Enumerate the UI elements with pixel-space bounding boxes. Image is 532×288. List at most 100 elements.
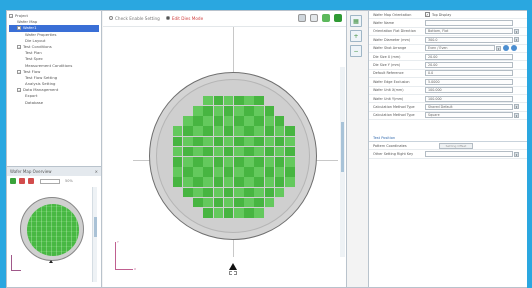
die[interactable] (264, 197, 275, 208)
die[interactable] (285, 146, 295, 157)
map-scrollbar[interactable] (340, 67, 345, 257)
die[interactable] (254, 95, 264, 106)
property-select[interactable]: Bottom, Flat (425, 28, 513, 35)
tree-item[interactable]: Database (9, 100, 99, 106)
die[interactable] (193, 177, 203, 187)
die[interactable] (193, 126, 203, 136)
die[interactable] (274, 167, 285, 177)
chevron-down-icon[interactable]: ▾ (514, 104, 519, 110)
property-select[interactable] (425, 151, 513, 158)
property-input[interactable] (425, 20, 513, 27)
die[interactable] (234, 177, 244, 187)
die[interactable] (244, 177, 254, 187)
expand-icon[interactable]: − (17, 88, 21, 93)
die[interactable] (264, 187, 275, 198)
die[interactable] (172, 177, 183, 187)
die[interactable] (193, 187, 203, 198)
die[interactable] (274, 126, 285, 136)
pointer-icon[interactable] (298, 14, 306, 22)
die[interactable] (244, 197, 254, 208)
zoom-fit-icon[interactable]: ▦ (350, 15, 362, 27)
die[interactable] (254, 116, 264, 126)
scrollbar-thumb[interactable] (94, 217, 97, 237)
zoom-slider[interactable] (40, 178, 60, 184)
property-select[interactable]: Even / Even (425, 45, 495, 52)
die[interactable] (244, 106, 254, 116)
die[interactable] (193, 106, 203, 116)
fill-icon[interactable] (334, 14, 342, 22)
die[interactable] (274, 146, 285, 157)
chevron-down-icon[interactable]: ▾ (514, 28, 519, 34)
die[interactable] (213, 95, 224, 106)
die[interactable] (213, 177, 224, 187)
die[interactable] (244, 95, 254, 106)
die[interactable] (223, 157, 234, 167)
die[interactable] (203, 167, 213, 177)
die[interactable] (172, 126, 183, 136)
die[interactable] (213, 136, 224, 147)
radio-edit-dies[interactable]: Edit Dies Mode (165, 16, 203, 21)
die[interactable] (274, 187, 285, 198)
die[interactable] (234, 187, 244, 198)
wafer-canvas[interactable]: Y X (103, 27, 347, 287)
fit-icon[interactable] (10, 178, 16, 184)
expand-icon[interactable]: − (17, 26, 21, 31)
die[interactable] (172, 157, 183, 167)
radio-check-enable[interactable]: Check Enable Setting (109, 16, 160, 21)
die[interactable] (285, 136, 295, 147)
die[interactable] (244, 136, 254, 147)
property-input[interactable]: 20.00 (425, 62, 513, 69)
die[interactable] (234, 197, 244, 208)
zoom-in-icon[interactable] (28, 178, 34, 184)
die[interactable] (203, 157, 213, 167)
die[interactable] (183, 146, 193, 157)
expand-icon[interactable]: − (17, 69, 21, 74)
scrollbar-thumb[interactable] (341, 122, 344, 172)
die[interactable] (193, 116, 203, 126)
die[interactable] (254, 197, 264, 208)
die[interactable] (234, 157, 244, 167)
property-select[interactable]: Shared Default (425, 103, 513, 110)
die[interactable] (244, 157, 254, 167)
die[interactable] (244, 208, 254, 218)
die[interactable] (193, 197, 203, 208)
die[interactable] (244, 146, 254, 157)
property-select[interactable]: 300.0 (425, 36, 513, 43)
settings-icon[interactable] (511, 45, 517, 52)
die[interactable] (254, 136, 264, 147)
die[interactable] (234, 116, 244, 126)
die[interactable] (254, 167, 264, 177)
zoom-out-icon[interactable] (19, 178, 25, 184)
die[interactable] (223, 187, 234, 198)
die[interactable] (213, 116, 224, 126)
chevron-down-icon[interactable]: ▾ (514, 37, 519, 43)
die[interactable] (223, 146, 234, 157)
die[interactable] (193, 157, 203, 167)
property-input[interactable]: 20.00 (425, 53, 513, 60)
chevron-down-icon[interactable]: ▾ (514, 112, 519, 118)
die[interactable] (203, 126, 213, 136)
property-input[interactable]: 0.0 (425, 70, 513, 77)
die[interactable] (234, 208, 244, 218)
die[interactable] (254, 177, 264, 187)
die[interactable] (172, 146, 183, 157)
die[interactable] (285, 167, 295, 177)
die[interactable] (213, 197, 224, 208)
die[interactable] (203, 197, 213, 208)
die[interactable] (223, 136, 234, 147)
die[interactable] (183, 187, 193, 198)
die[interactable] (254, 208, 264, 218)
die[interactable] (213, 146, 224, 157)
die[interactable] (274, 157, 285, 167)
die[interactable] (254, 126, 264, 136)
die[interactable] (244, 167, 254, 177)
die[interactable] (234, 146, 244, 157)
die[interactable] (172, 167, 183, 177)
zoom-out-icon[interactable]: − (350, 45, 362, 57)
die[interactable] (223, 177, 234, 187)
die[interactable] (213, 106, 224, 116)
die[interactable] (264, 167, 275, 177)
die[interactable] (203, 106, 213, 116)
die[interactable] (264, 116, 275, 126)
die[interactable] (193, 136, 203, 147)
